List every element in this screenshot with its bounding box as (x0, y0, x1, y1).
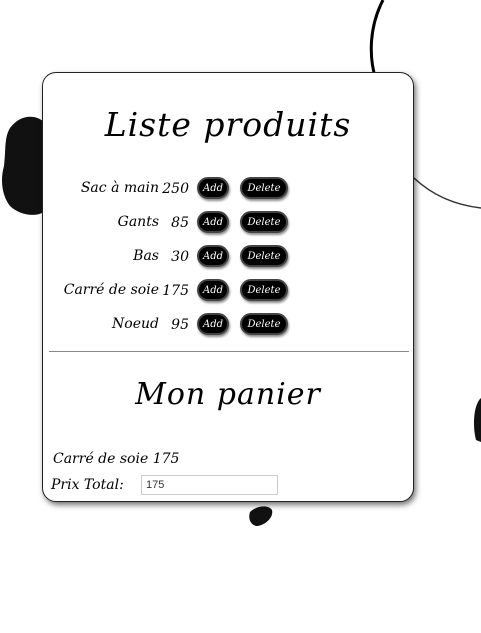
ink-blot-bottom (249, 506, 273, 526)
total-price-field[interactable] (141, 475, 278, 495)
product-price: 95 (171, 317, 189, 333)
total-price-label: Prix Total: (51, 477, 124, 493)
product-name: Bas (133, 248, 159, 264)
product-name: Sac à main (80, 180, 159, 196)
delete-button[interactable]: Delete (240, 177, 288, 199)
product-price: 85 (171, 215, 189, 231)
products-title: Liste produits (104, 105, 352, 144)
add-button[interactable]: Add (197, 211, 229, 233)
ink-blot-left (2, 116, 44, 215)
section-divider (49, 351, 409, 352)
delete-button[interactable]: Delete (240, 313, 288, 335)
product-price: 250 (162, 181, 189, 197)
ink-stroke-right (413, 177, 481, 209)
delete-button[interactable]: Delete (240, 279, 288, 301)
product-name: Noeud (112, 316, 159, 332)
ink-blot-right-edge (473, 398, 481, 442)
product-row: Carré de soie 175 Add Delete (43, 279, 415, 305)
cart-item-price: 175 (152, 451, 180, 467)
product-row: Sac à main 250 Add Delete (43, 177, 415, 203)
delete-button[interactable]: Delete (240, 245, 288, 267)
cart-title: Mon panier (135, 377, 321, 412)
product-price: 175 (162, 283, 189, 299)
add-button[interactable]: Add (197, 313, 229, 335)
add-button[interactable]: Add (197, 245, 229, 267)
product-row: Gants 85 Add Delete (43, 211, 415, 237)
cart-item-name: Carré de soie (53, 451, 149, 467)
ink-stroke-top (369, 0, 385, 81)
product-name: Gants (117, 214, 159, 230)
product-row: Bas 30 Add Delete (43, 245, 415, 271)
main-panel: Liste produits Sac à main 250 Add Delete… (42, 72, 414, 502)
add-button[interactable]: Add (197, 177, 229, 199)
cart-item: Carré de soie 175 (53, 451, 179, 467)
delete-button[interactable]: Delete (240, 211, 288, 233)
product-price: 30 (171, 249, 189, 265)
product-name: Carré de soie (63, 282, 159, 298)
add-button[interactable]: Add (197, 279, 229, 301)
product-row: Noeud 95 Add Delete (43, 313, 415, 339)
